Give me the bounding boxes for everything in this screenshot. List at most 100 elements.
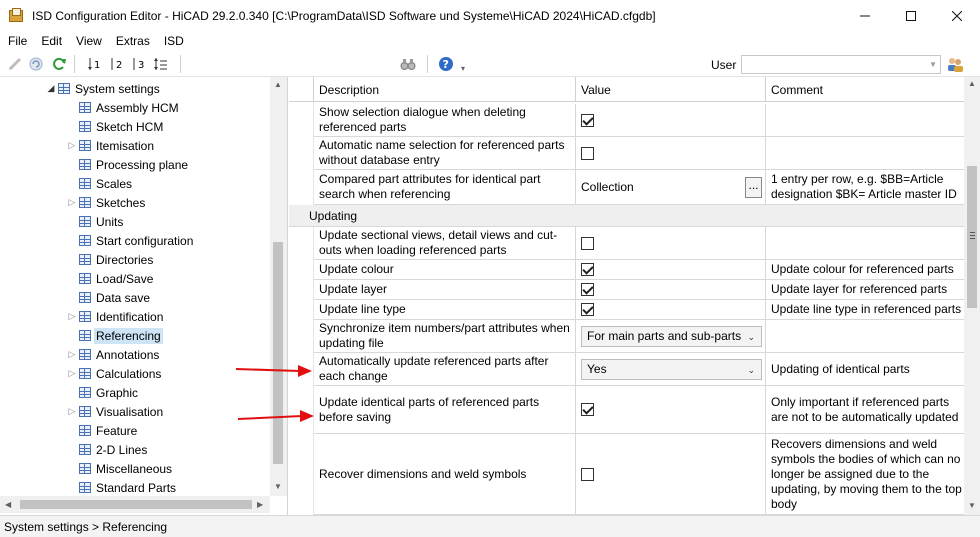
sidebar-horizontal-scrollbar[interactable]: ◀ ▶: [0, 496, 270, 513]
grid-row[interactable]: Update identical parts of referenced par…: [314, 386, 964, 434]
checkbox-checked[interactable]: [581, 283, 594, 296]
tree-item[interactable]: ▷ Identification: [67, 307, 164, 326]
description-text: Show selection dialogue when deleting re…: [319, 105, 526, 134]
tree-root-system-settings[interactable]: ◢ System settings: [46, 79, 160, 98]
chevron-right-icon[interactable]: ▷: [67, 349, 77, 360]
tree-item[interactable]: ▷ Itemisation: [67, 136, 155, 155]
tree-item[interactable]: ▷ Calculations: [67, 364, 162, 383]
chevron-down-icon[interactable]: ▼: [929, 60, 937, 69]
checkbox-unchecked[interactable]: [581, 236, 594, 250]
tree-item[interactable]: Graphic: [67, 383, 138, 402]
grid-row[interactable]: Recover dimensions and weld symbols Recov…: [314, 434, 964, 515]
tree-item[interactable]: Assembly HCM: [67, 98, 179, 117]
tree-item[interactable]: Load/Save: [67, 269, 153, 288]
comment-text: Update layer for referenced parts: [771, 282, 948, 296]
chevron-right-icon[interactable]: ▷: [67, 368, 77, 379]
edit-collection-button[interactable]: ...: [745, 176, 762, 198]
value-select[interactable]: For main parts and sub-parts ⌄: [581, 325, 762, 347]
chevron-right-icon[interactable]: ▷: [67, 140, 77, 151]
menu-isd[interactable]: ISD: [157, 31, 191, 51]
checkbox-unchecked[interactable]: [581, 146, 594, 160]
grid-row[interactable]: Show selection dialogue when deleting re…: [314, 104, 964, 137]
column-header-comment[interactable]: Comment: [766, 77, 964, 102]
checkbox-checked[interactable]: [581, 113, 594, 127]
sort-2-icon[interactable]: 2: [108, 55, 126, 73]
help-icon[interactable]: ?: [437, 55, 455, 73]
checkbox-checked[interactable]: [581, 263, 594, 276]
maximize-button[interactable]: [888, 0, 934, 31]
menu-extras[interactable]: Extras: [109, 31, 157, 51]
table-icon: [79, 330, 91, 341]
tree-item[interactable]: Directories: [67, 250, 153, 269]
close-button[interactable]: [934, 0, 980, 31]
tree-item[interactable]: Start configuration: [67, 231, 193, 250]
chevron-right-icon[interactable]: ▷: [67, 197, 77, 208]
comment-cell: [766, 137, 964, 169]
tree-item[interactable]: Miscellaneous: [67, 459, 172, 478]
minimize-button[interactable]: [842, 0, 888, 31]
grid-row[interactable]: Update line type Update line type in refe…: [314, 300, 964, 320]
toolbar-dropdown-icon[interactable]: ▾: [461, 64, 465, 73]
sort-expand-icon[interactable]: [152, 55, 170, 73]
undo-icon[interactable]: [27, 55, 45, 73]
tree-item[interactable]: ▷ Visualisation: [67, 402, 164, 421]
grid-row[interactable]: Compared part attributes for identical p…: [314, 170, 964, 205]
chevron-expanded-icon[interactable]: ◢: [46, 83, 56, 94]
scroll-up-icon[interactable]: ▲: [968, 79, 976, 88]
tree-item[interactable]: Feature: [67, 421, 137, 440]
scroll-left-icon[interactable]: ◀: [5, 500, 11, 509]
annotation-arrow-icon: [237, 410, 314, 422]
pencil-icon[interactable]: [6, 55, 24, 73]
chevron-down-icon[interactable]: ⌄: [747, 330, 755, 345]
table-icon: [79, 463, 91, 474]
binoculars-icon[interactable]: [399, 55, 417, 73]
user-input[interactable]: ▼: [741, 55, 941, 74]
refresh-icon[interactable]: [50, 55, 68, 73]
scroll-down-icon[interactable]: ▼: [968, 501, 976, 510]
tree-item[interactable]: Referencing: [67, 326, 163, 345]
chevron-down-icon[interactable]: ⌄: [747, 363, 755, 378]
grid-vertical-scrollbar[interactable]: ▲ ▼: [964, 77, 980, 515]
tree-item[interactable]: Units: [67, 212, 123, 231]
tree-item[interactable]: 2-D Lines: [67, 440, 147, 459]
checkbox-unchecked[interactable]: [581, 467, 594, 481]
grid-row[interactable]: Automatically update referenced parts af…: [314, 353, 964, 386]
scroll-right-icon[interactable]: ▶: [257, 500, 263, 509]
scroll-down-icon[interactable]: ▼: [274, 482, 282, 491]
user-group-icon[interactable]: [946, 55, 964, 73]
tree-item[interactable]: Processing plane: [67, 155, 188, 174]
chevron-right-icon[interactable]: ▷: [67, 311, 77, 322]
checkbox-checked[interactable]: [581, 403, 594, 416]
tree-item[interactable]: ▷ Sketches: [67, 193, 146, 212]
section-header-updating[interactable]: Updating: [289, 205, 964, 227]
comment-text: 1 entry per row, e.g. $BB=Article design…: [771, 172, 957, 201]
scroll-up-icon[interactable]: ▲: [274, 80, 282, 89]
menu-edit[interactable]: Edit: [34, 31, 69, 51]
tree-label: Standard Parts: [96, 480, 177, 495]
table-icon: [79, 368, 91, 379]
menu-view[interactable]: View: [69, 31, 109, 51]
value-select[interactable]: Yes ⌄: [581, 358, 762, 380]
comment-cell: Only important if referenced parts are n…: [766, 386, 964, 433]
column-header-value[interactable]: Value: [576, 77, 766, 102]
grid-row[interactable]: Update layer Update layer for referenced …: [314, 280, 964, 300]
grid-row[interactable]: Automatic name selection for referenced …: [314, 137, 964, 170]
tree-item[interactable]: Sketch HCM: [67, 117, 163, 136]
scroll-thumb[interactable]: [967, 166, 977, 308]
tree-item[interactable]: ▷ Annotations: [67, 345, 160, 364]
tree-item[interactable]: Standard Parts: [67, 478, 176, 497]
tree-item[interactable]: Scales: [67, 174, 132, 193]
grid-row[interactable]: Update sectional views, detail views and…: [314, 227, 964, 260]
grid-row[interactable]: Synchronize item numbers/part attributes…: [314, 320, 964, 353]
scroll-thumb[interactable]: [20, 500, 252, 509]
grid-row[interactable]: Update colour Update colour for reference…: [314, 260, 964, 280]
scroll-thumb[interactable]: [273, 242, 283, 464]
sort-1-icon[interactable]: 1: [86, 55, 104, 73]
menu-file[interactable]: File: [0, 31, 34, 51]
sort-3-icon[interactable]: 3: [130, 55, 148, 73]
chevron-right-icon[interactable]: ▷: [67, 406, 77, 417]
column-header-description[interactable]: Description: [314, 77, 576, 102]
tree-item[interactable]: Data save: [67, 288, 150, 307]
checkbox-checked[interactable]: [581, 303, 594, 316]
sidebar-vertical-scrollbar[interactable]: ▲ ▼: [270, 77, 287, 496]
